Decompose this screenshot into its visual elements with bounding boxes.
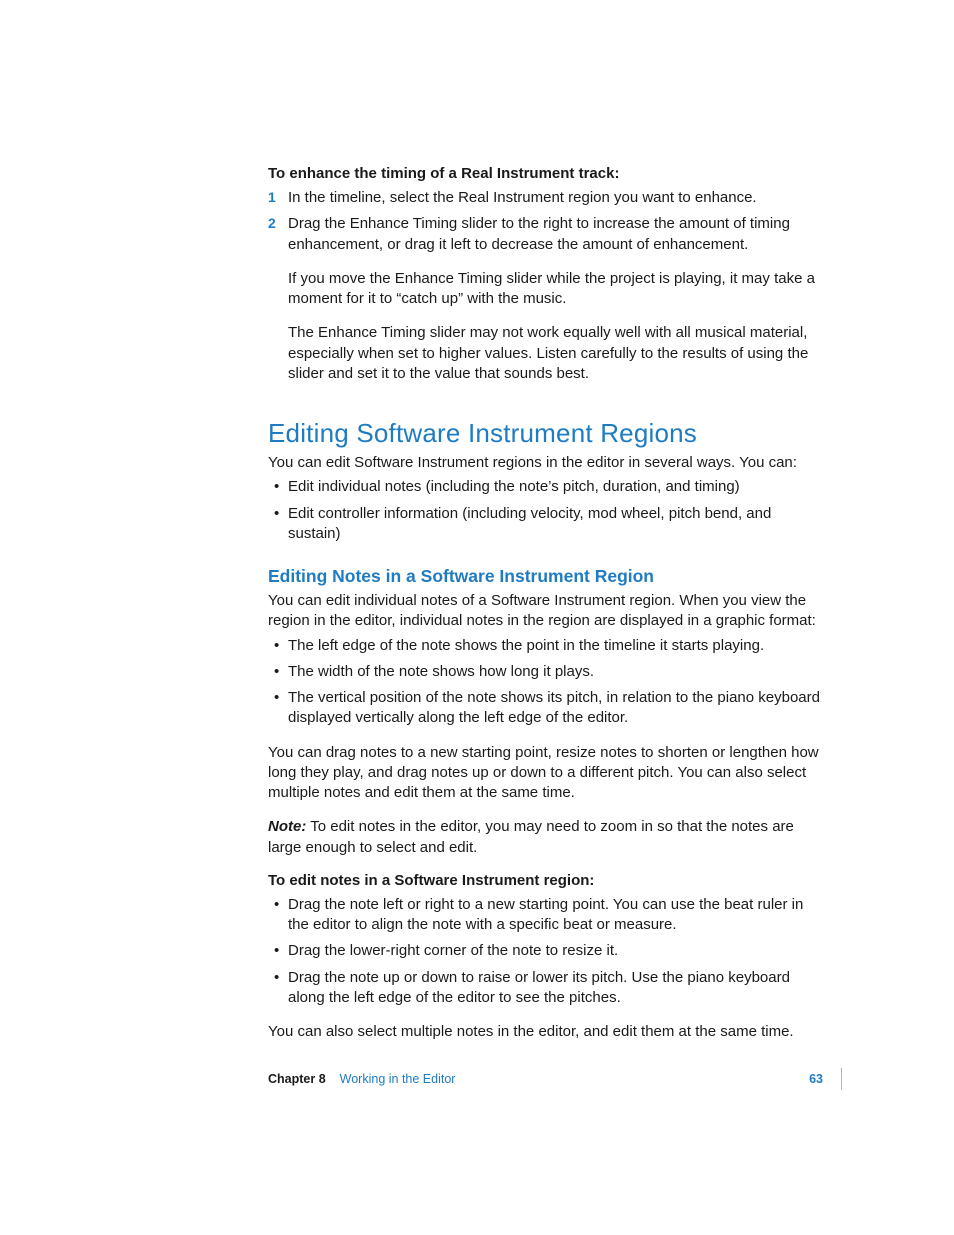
chapter-title: Working in the Editor — [340, 1072, 456, 1086]
paragraph-drag-notes: You can drag notes to a new starting poi… — [268, 743, 824, 804]
note-paragraph: Note: To edit notes in the editor, you m… — [268, 817, 824, 858]
note-label: Note: — [268, 818, 306, 835]
section-heading-editing-regions: Editing Software Instrument Regions — [268, 418, 824, 449]
step-number: 2 — [268, 214, 276, 233]
note-description-bullets: The left edge of the note shows the poin… — [268, 636, 824, 729]
step-item: 1 In the timeline, select the Real Instru… — [268, 188, 824, 208]
note-text: To edit notes in the editor, you may nee… — [268, 818, 794, 855]
footer-left: Chapter 8 Working in the Editor — [268, 1072, 455, 1086]
section-lead: You can edit Software Instrument regions… — [268, 453, 824, 473]
step-number: 1 — [268, 188, 276, 207]
list-item: Edit individual notes (including the not… — [268, 477, 824, 497]
step-text: Drag the Enhance Timing slider to the ri… — [288, 215, 790, 252]
list-item: Drag the lower-right corner of the note … — [268, 941, 824, 961]
subsection-lead: You can edit individual notes of a Softw… — [268, 591, 824, 632]
list-item: The vertical position of the note shows … — [268, 688, 824, 729]
edit-notes-bullets: Drag the note left or right to a new sta… — [268, 895, 824, 1008]
chapter-label: Chapter 8 — [268, 1072, 326, 1086]
paragraph-material: The Enhance Timing slider may not work e… — [268, 323, 824, 384]
procedure-heading-edit-notes: To edit notes in a Software Instrument r… — [268, 872, 824, 889]
paragraph-multi-select: You can also select multiple notes in th… — [268, 1022, 824, 1042]
step-text: In the timeline, select the Real Instrum… — [288, 189, 757, 206]
steps-list: 1 In the timeline, select the Real Instru… — [268, 188, 824, 255]
paragraph-catchup: If you move the Enhance Timing slider wh… — [268, 269, 824, 310]
list-item: Drag the note up or down to raise or low… — [268, 968, 824, 1009]
procedure-heading-enhance-timing: To enhance the timing of a Real Instrume… — [268, 165, 824, 182]
list-item: Edit controller information (including v… — [268, 504, 824, 545]
page-footer: Chapter 8 Working in the Editor 63 — [268, 1068, 842, 1090]
document-page: To enhance the timing of a Real Instrume… — [0, 0, 954, 1235]
list-item: The left edge of the note shows the poin… — [268, 636, 824, 656]
list-item: Drag the note left or right to a new sta… — [268, 895, 824, 936]
page-number: 63 — [809, 1072, 823, 1086]
list-item: The width of the note shows how long it … — [268, 662, 824, 682]
section-bullets: Edit individual notes (including the not… — [268, 477, 824, 544]
subsection-heading-editing-notes: Editing Notes in a Software Instrument R… — [268, 566, 824, 587]
step-item: 2 Drag the Enhance Timing slider to the r… — [268, 214, 824, 255]
